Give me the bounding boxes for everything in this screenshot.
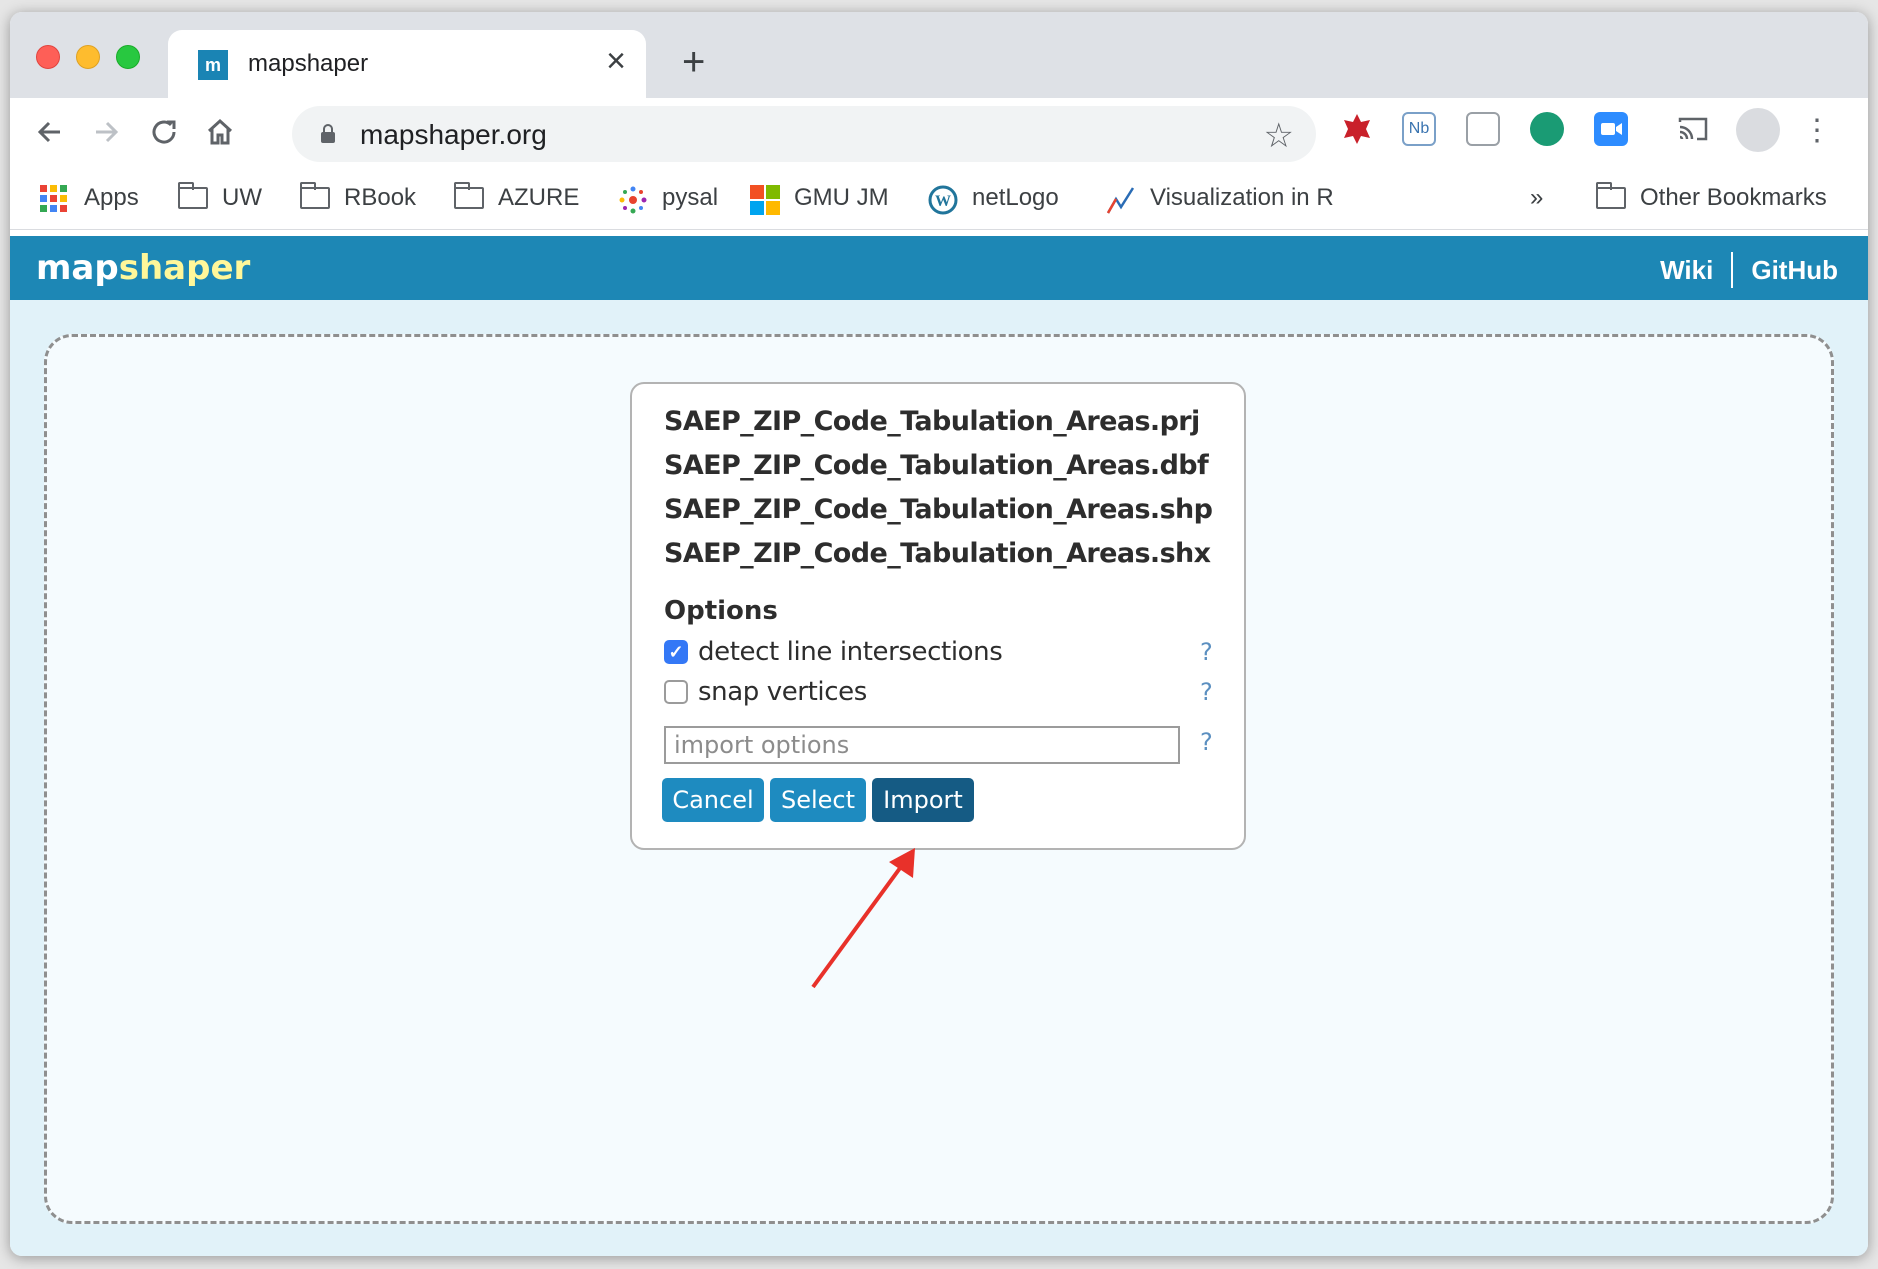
file-name: SAEP_ZIP_Code_Tabulation_Areas.dbf	[664, 450, 1209, 481]
bookmark-gmu-jm[interactable]: GMU JM	[750, 178, 889, 218]
url-text[interactable]: mapshaper.org	[360, 119, 547, 151]
snap-vertices-checkbox[interactable]	[664, 680, 688, 704]
notebook-extension-icon[interactable]: Nb	[1402, 112, 1436, 146]
bookmark-label: GMU JM	[794, 184, 889, 211]
app-nav: Wiki GitHub	[1660, 252, 1838, 288]
browser-toolbar: mapshaper.org ☆ Nb ⋮	[10, 98, 1868, 168]
mapshaper-logo[interactable]: mapshaper	[36, 248, 250, 288]
option-label: snap vertices	[698, 677, 867, 707]
file-name: SAEP_ZIP_Code_Tabulation_Areas.prj	[664, 406, 1200, 437]
bookmark-star-icon[interactable]: ☆	[1264, 116, 1294, 156]
bookmark-azure[interactable]: AZURE	[454, 178, 579, 218]
import-button[interactable]: Import	[872, 778, 974, 822]
svg-text:W: W	[935, 193, 951, 210]
tab-mapshaper[interactable]: m mapshaper ×	[168, 30, 646, 100]
bookmark-label: netLogo	[972, 184, 1059, 211]
home-icon[interactable]	[204, 116, 236, 154]
import-dialog: SAEP_ZIP_Code_Tabulation_Areas.prj SAEP_…	[630, 382, 1246, 850]
snap-vertices-option[interactable]: snap vertices	[664, 676, 1224, 708]
bookmark-label: Apps	[84, 184, 139, 211]
logo-map-text: map	[36, 248, 119, 288]
apps-grid-icon	[40, 185, 70, 212]
bookmark-label: Visualization in R	[1150, 184, 1334, 211]
bookmark-other-bookmarks[interactable]: Other Bookmarks	[1596, 178, 1827, 218]
bookmark-label: AZURE	[498, 184, 580, 211]
import-options-input[interactable]	[664, 726, 1180, 764]
mapshaper-favicon-icon: m	[198, 50, 228, 80]
microsoft-icon	[750, 185, 780, 215]
bookmark-label: pysal	[662, 184, 719, 211]
bookmark-visualization-in-r[interactable]: Visualization in R	[1106, 178, 1334, 218]
file-name: SAEP_ZIP_Code_Tabulation_Areas.shp	[664, 494, 1213, 525]
bookmark-netlogo[interactable]: W netLogo	[928, 178, 1059, 218]
folder-icon	[178, 182, 208, 209]
github-link[interactable]: GitHub	[1751, 255, 1838, 286]
folder-icon	[300, 182, 330, 209]
back-arrow-icon[interactable]	[34, 116, 66, 154]
bookmark-label: Other Bookmarks	[1640, 184, 1827, 211]
forward-arrow-icon[interactable]	[90, 116, 122, 154]
chart-line-icon	[1106, 185, 1136, 214]
bookmarks-overflow-button[interactable]: »	[1530, 178, 1543, 218]
detect-line-intersections-option[interactable]: ✓ detect line intersections	[664, 636, 1224, 668]
select-button[interactable]: Select	[770, 778, 866, 822]
profile-avatar[interactable]	[1736, 108, 1780, 152]
close-window-button[interactable]	[36, 45, 60, 69]
app-header: mapshaper Wiki GitHub	[10, 236, 1868, 300]
option-label: detect line intersections	[698, 637, 1003, 667]
folder-icon	[454, 182, 484, 209]
folder-icon	[1596, 182, 1626, 209]
cancel-button[interactable]: Cancel	[662, 778, 764, 822]
wiki-link[interactable]: Wiki	[1660, 255, 1713, 286]
options-heading: Options	[664, 596, 778, 626]
new-tab-icon[interactable]: +	[682, 42, 705, 82]
lock-icon[interactable]	[320, 124, 336, 144]
help-icon[interactable]: ?	[1200, 638, 1213, 666]
detect-line-intersections-checkbox[interactable]: ✓	[664, 640, 688, 664]
pysal-icon	[618, 185, 648, 214]
bookmarks-bar: Apps UW RBook AZURE pysal GMU JM W netLo…	[10, 168, 1868, 230]
browser-menu-icon[interactable]: ⋮	[1802, 116, 1832, 146]
help-icon[interactable]: ?	[1200, 678, 1213, 706]
tab-title: mapshaper	[248, 50, 369, 77]
address-bar[interactable]: mapshaper.org ☆	[292, 106, 1316, 162]
document-extension-icon[interactable]	[1466, 112, 1500, 146]
help-icon[interactable]: ?	[1200, 728, 1213, 756]
zoom-extension-icon[interactable]	[1594, 112, 1628, 146]
bookmark-uw[interactable]: UW	[178, 178, 262, 218]
annotation-arrow-icon	[811, 848, 915, 989]
bookmark-label: RBook	[344, 184, 417, 211]
tab-strip: m mapshaper × +	[10, 12, 1868, 100]
cast-icon[interactable]	[1676, 112, 1710, 146]
bookmark-label: UW	[222, 184, 262, 211]
lastpass-extension-icon[interactable]	[1340, 112, 1374, 146]
bookmark-pysal[interactable]: pysal	[618, 178, 718, 218]
reload-icon[interactable]	[148, 116, 180, 154]
bookmark-apps[interactable]: Apps	[40, 178, 139, 218]
hangouts-extension-icon[interactable]	[1530, 112, 1564, 146]
browser-window: m mapshaper × + mapshaper.org ☆ Nb ⋮ App…	[10, 12, 1868, 1256]
file-name: SAEP_ZIP_Code_Tabulation_Areas.shx	[664, 538, 1211, 569]
minimize-window-button[interactable]	[76, 45, 100, 69]
nav-divider	[1731, 252, 1734, 288]
close-tab-icon[interactable]: ×	[606, 44, 626, 78]
logo-shaper-text: shaper	[118, 248, 251, 288]
bookmark-rbook[interactable]: RBook	[300, 178, 416, 218]
overflow-label: »	[1530, 184, 1544, 211]
wordpress-icon: W	[928, 185, 958, 215]
zoom-window-button[interactable]	[116, 45, 140, 69]
